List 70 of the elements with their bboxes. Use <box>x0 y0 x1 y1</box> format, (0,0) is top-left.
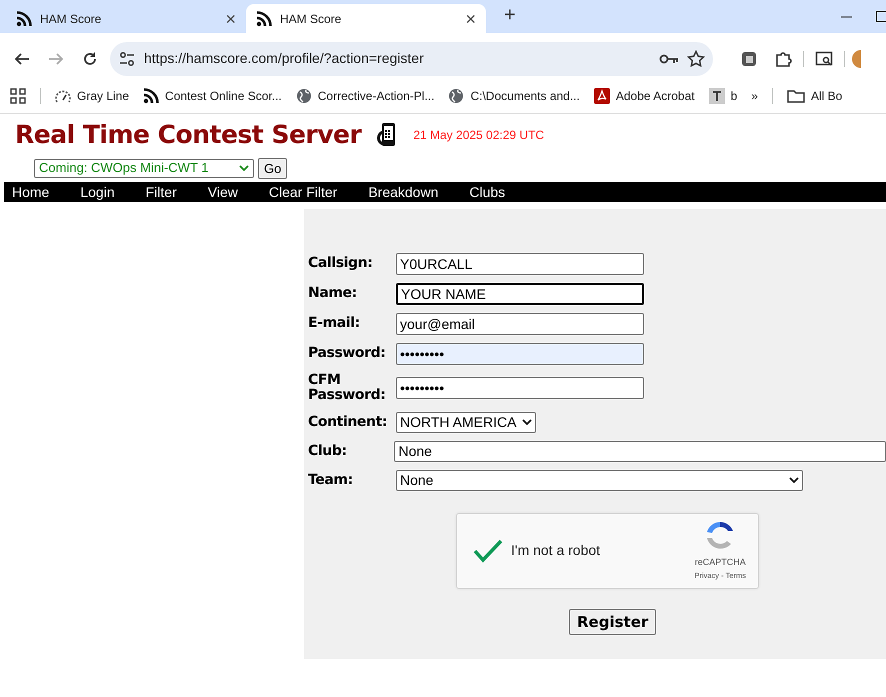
maximize-icon[interactable] <box>876 11 886 22</box>
rss-icon <box>143 88 160 104</box>
gauge-icon <box>55 88 71 104</box>
bookmark[interactable]: Gray Line <box>55 87 130 105</box>
reload-icon[interactable] <box>81 50 99 68</box>
field-label: CFM Password: <box>308 373 386 404</box>
go-button[interactable]: Go <box>258 158 288 178</box>
input-field[interactable]: your@email <box>396 313 644 335</box>
nav-link[interactable]: Home <box>12 182 80 202</box>
input-field[interactable]: ••••••••• <box>396 377 644 400</box>
input-field[interactable]: ••••••••• <box>396 343 644 365</box>
tab-title: HAM Score <box>40 10 102 28</box>
rss-icon <box>16 10 32 26</box>
browser-tab[interactable]: HAM Score × <box>246 4 486 33</box>
key-icon[interactable] <box>659 52 679 66</box>
input-field[interactable]: YOUR NAME <box>396 283 644 305</box>
typewriter-icon <box>708 88 725 104</box>
site-settings-icon[interactable] <box>118 50 136 68</box>
nav-link[interactable]: Breakdown <box>368 182 470 202</box>
contest-select[interactable]: Coming: CWOps Mini-CWT 1 <box>34 158 254 178</box>
recaptcha-brand: reCAPTCHA <box>694 556 746 570</box>
browser-tab[interactable]: HAM Score × <box>6 4 246 33</box>
folder-icon <box>786 88 805 104</box>
globe-icon <box>296 88 312 104</box>
close-icon[interactable]: × <box>225 10 236 28</box>
globe-icon <box>448 88 464 104</box>
puzzle-icon[interactable] <box>774 50 792 68</box>
checkmark-icon[interactable] <box>473 538 503 563</box>
input-field[interactable]: Y0URCALL <box>396 253 644 275</box>
field-label: Password: <box>308 346 386 362</box>
bookmark[interactable]: Contest Online Scor... <box>143 87 282 105</box>
field-label: Name: <box>308 286 358 302</box>
select-field[interactable]: NORTH AMERICA <box>396 412 536 433</box>
date-text: 21 May 2025 02:29 UTC <box>413 127 544 144</box>
field-label: Club: <box>308 444 348 459</box>
register-button[interactable]: Register <box>569 608 656 636</box>
bookmark[interactable]: Corrective-Action-Pl... <box>296 87 434 105</box>
bookmark[interactable]: b <box>708 87 738 105</box>
bookmark[interactable]: C:\Documents and... <box>448 87 580 105</box>
field-label: Callsign: <box>308 256 374 272</box>
page-title: Real Time Contest Server <box>15 119 362 152</box>
pdf-icon <box>594 88 610 104</box>
bookmark[interactable]: Adobe Acrobat <box>594 87 695 105</box>
nav-link[interactable]: Clubs <box>469 182 536 202</box>
nav-link[interactable]: Filter <box>146 182 208 202</box>
tab-search-icon[interactable] <box>815 50 833 68</box>
rss-icon <box>256 10 272 26</box>
nav-link[interactable]: Clear Filter <box>268 182 368 202</box>
more-bookmarks-button[interactable]: » <box>751 87 758 105</box>
close-icon[interactable]: × <box>465 10 476 28</box>
new-tab-button[interactable]: + <box>498 0 522 31</box>
field-label: Continent: <box>308 414 388 430</box>
chevron-icon <box>239 164 249 172</box>
field-label: Team: <box>308 472 354 488</box>
url-text: https://hamscore.com/profile/?action=register <box>144 49 425 68</box>
apps-icon[interactable] <box>10 88 26 104</box>
captcha-label: I'm not a robot <box>511 541 600 560</box>
extension-icon[interactable] <box>740 50 758 68</box>
nav-link[interactable]: View <box>208 182 269 202</box>
select-field[interactable]: None <box>394 440 886 462</box>
chevron-icon <box>522 418 532 426</box>
avatar-icon[interactable] <box>851 48 861 68</box>
chevron-icon <box>789 476 799 484</box>
field-label: E-mail: <box>308 316 361 332</box>
bookmark-folder[interactable]: All Bo <box>786 87 842 105</box>
nav-link[interactable]: Login <box>80 182 146 202</box>
address-bar[interactable]: https://hamscore.com/profile/?action=register <box>110 42 713 76</box>
select-field[interactable]: None <box>396 470 803 491</box>
tab-title: HAM Score <box>280 10 342 28</box>
star-icon[interactable] <box>687 50 705 68</box>
